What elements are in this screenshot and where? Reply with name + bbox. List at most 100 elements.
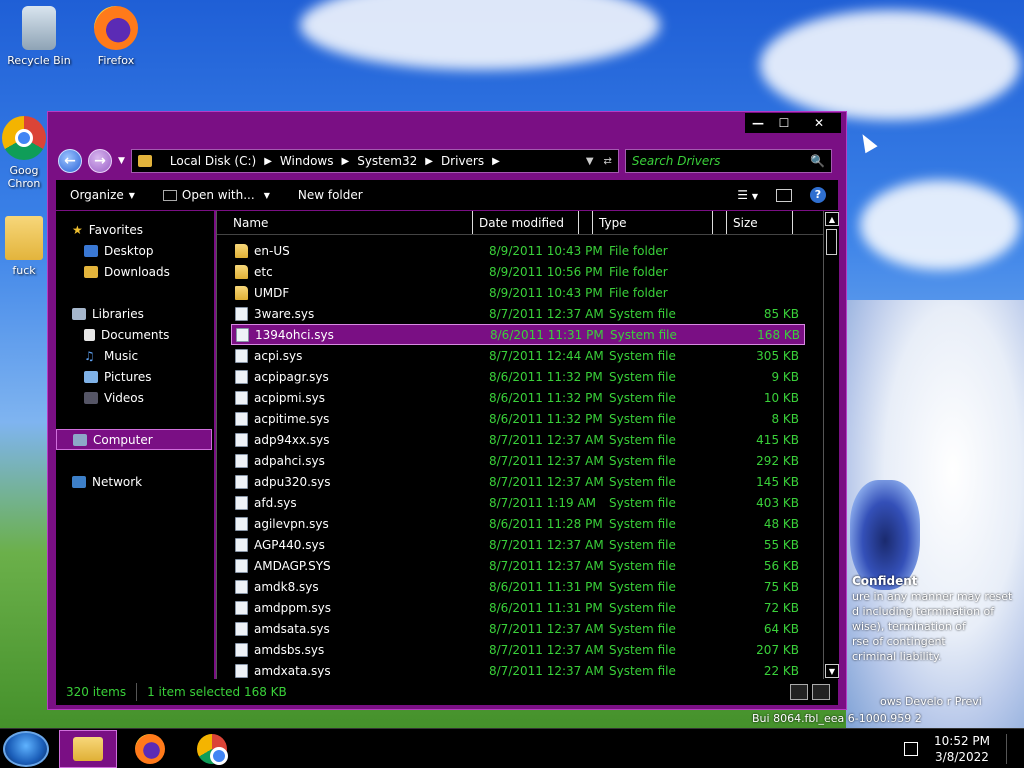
desktop-icon-chrome[interactable]: Goog Chron [0,116,54,190]
file-date: 8/6/2011 11:28 PM [489,516,603,531]
file-row[interactable]: acpi.sys 8/7/2011 12:44 AM System file 305 … [231,345,805,366]
file-row[interactable]: 3ware.sys 8/7/2011 12:37 AM System file 85 … [231,303,805,324]
taskbar-explorer[interactable] [59,730,117,768]
taskbar-firefox[interactable] [121,730,179,768]
address-history-chevron-icon[interactable]: ▼ [586,156,594,167]
search-icon[interactable]: 🔍 [810,154,825,168]
desktop-icon-firefox[interactable]: Firefox [78,6,154,67]
nav-label: Documents [101,327,170,342]
vertical-scrollbar[interactable]: ▲ ▼ [823,211,839,679]
column-header-name[interactable]: Name [217,211,473,234]
file-row[interactable]: amdxata.sys 8/7/2011 12:37 AM System file 2… [231,660,805,681]
column-header-type[interactable]: Type [593,211,713,234]
file-row[interactable]: etc 8/9/2011 10:56 PM File folder [231,261,805,282]
breadcrumb-separator-icon[interactable]: ▶ [342,156,350,167]
new-folder-button[interactable]: New folder [284,188,377,202]
preview-pane-icon[interactable] [776,188,792,202]
file-name-cell: etc [231,264,489,279]
large-icons-view-icon[interactable] [812,684,830,700]
clock[interactable]: 10:52 PM 3/8/2022 [934,733,990,765]
close-button[interactable]: ✕ [797,113,841,133]
search-box[interactable]: Search Drivers 🔍 [624,149,832,173]
desktop-icon-label: Firefox [97,54,135,67]
file-row[interactable]: AMDAGP.SYS 8/7/2011 12:37 AM System file 56… [231,555,805,576]
watermark-line: wise), termination of [852,620,966,633]
show-desktop-button[interactable] [1006,734,1014,764]
system-file-icon [235,558,248,573]
file-date: 8/9/2011 10:43 PM [489,285,603,300]
file-row[interactable]: amdk8.sys 8/6/2011 11:31 PM System file 75 … [231,576,805,597]
file-row[interactable]: adpahci.sys 8/7/2011 12:37 AM System file 2… [231,450,805,471]
help-icon[interactable]: ? [810,187,826,203]
file-list: Name Date modified Type Size en-US 8/9/20… [216,211,839,679]
start-button[interactable] [3,731,49,767]
breadcrumb-drivers[interactable]: Drivers [441,154,484,168]
clock-date: 3/8/2022 [935,750,989,764]
command-bar: Organize ▼ Open with... ▼ New folder ☰ ▼… [56,180,838,210]
music-icon: ♫ [84,348,95,363]
breadcrumb-windows[interactable]: Windows [280,154,334,168]
system-file-icon [235,495,248,510]
file-row[interactable]: amdppm.sys 8/6/2011 11:31 PM System file 72… [231,597,805,618]
file-name-cell: adp94xx.sys [231,432,489,447]
maximize-button[interactable]: ☐ [771,113,797,133]
file-date: 8/7/2011 12:37 AM [489,621,604,636]
file-row[interactable]: UMDF 8/9/2011 10:43 PM File folder [231,282,805,303]
search-placeholder: Search Drivers [631,154,721,168]
open-with-button[interactable]: Open with... ▼ [149,188,284,202]
file-row[interactable]: adpu320.sys 8/7/2011 12:37 AM System file 1… [231,471,805,492]
back-button[interactable]: ← [58,149,82,173]
file-row[interactable]: amdsata.sys 8/7/2011 12:37 AM System file 6… [231,618,805,639]
file-name: AMDAGP.SYS [254,558,331,573]
file-type: File folder [609,264,668,279]
build-watermark-2: Bui 8064.fbl_eea 6-1000.959 2 [752,712,922,725]
file-row[interactable]: amdsbs.sys 8/7/2011 12:37 AM System file 20… [231,639,805,660]
scroll-up-icon[interactable]: ▲ [825,212,839,226]
nav-favorites[interactable]: ★ Favorites [72,219,228,240]
column-header-date[interactable]: Date modified [473,211,579,234]
documents-icon [84,328,95,341]
desktop-icon-recycle-bin[interactable]: Recycle Bin [1,6,77,67]
breadcrumb-local-disk[interactable]: Local Disk (C:) [170,154,256,168]
breadcrumb-separator-icon[interactable]: ▶ [264,156,272,167]
organize-button[interactable]: Organize ▼ [56,188,149,202]
file-row[interactable]: AGP440.sys 8/7/2011 12:37 AM System file 55… [231,534,805,555]
file-row[interactable]: acpipmi.sys 8/6/2011 11:32 PM System file 1… [231,387,805,408]
network-tray-icon[interactable] [904,742,918,756]
taskbar-chrome[interactable] [183,730,241,768]
file-size: 305 KB [756,348,799,363]
file-row[interactable]: afd.sys 8/7/2011 1:19 AM System file 403 KB [231,492,805,513]
details-view-icon[interactable] [790,684,808,700]
file-row[interactable]: acpitime.sys 8/6/2011 11:32 PM System file… [231,408,805,429]
file-name-cell: afd.sys [231,495,489,510]
address-bar[interactable]: Local Disk (C:) ▶ Windows ▶ System32 ▶ D… [130,149,619,173]
scroll-down-icon[interactable]: ▼ [825,664,839,678]
open-with-icon [162,189,177,201]
view-toggle [790,684,838,700]
file-row[interactable]: agilevpn.sys 8/6/2011 11:28 PM System file… [231,513,805,534]
file-row[interactable]: adp94xx.sys 8/7/2011 12:37 AM System file 4… [231,429,805,450]
column-header-size[interactable]: Size [727,211,793,234]
file-row[interactable]: acpipagr.sys 8/6/2011 11:32 PM System file… [231,366,805,387]
forward-button[interactable]: → [88,149,112,173]
breadcrumb-separator-icon[interactable]: ▶ [492,156,500,167]
minimize-button[interactable]: — [745,113,771,133]
file-type: System file [609,390,676,405]
recent-pages-chevron-icon[interactable]: ▼ [118,156,125,166]
change-view-icon[interactable]: ☰ ▼ [737,188,758,202]
nav-computer[interactable]: Computer [56,429,212,450]
scroll-thumb[interactable] [826,229,837,255]
file-row[interactable]: en-US 8/9/2011 10:43 PM File folder [231,240,805,261]
nav-network[interactable]: Network [72,471,228,492]
clock-time: 10:52 PM [934,734,990,748]
file-name: etc [254,264,273,279]
refresh-icon[interactable]: ⇄ [604,156,612,167]
file-type: System file [609,348,676,363]
nav-libraries[interactable]: Libraries [72,303,228,324]
desktop-icon-folder[interactable]: fuck [0,216,54,277]
file-row[interactable]: 1394ohci.sys 8/6/2011 11:31 PM System file… [231,324,805,345]
file-size: 9 KB [771,369,799,384]
file-size: 415 KB [756,432,799,447]
breadcrumb-system32[interactable]: System32 [357,154,417,168]
breadcrumb-separator-icon[interactable]: ▶ [425,156,433,167]
